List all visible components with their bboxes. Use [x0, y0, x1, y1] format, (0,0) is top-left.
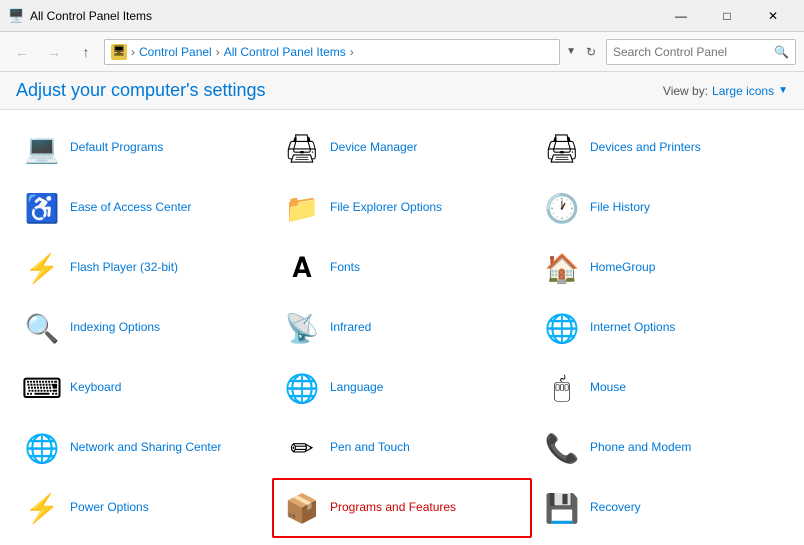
window-title: All Control Panel Items — [30, 9, 658, 23]
items-grid: 💻 Default Programs 🖨 Device Manager 🖨 Devices… — [0, 110, 804, 539]
grid-item-homegroup[interactable]: 🏠 HomeGroup — [532, 238, 792, 298]
grid-item-recovery[interactable]: 💾 Recovery — [532, 478, 792, 538]
forward-button[interactable]: → — [40, 38, 68, 66]
address-controls: ▼ ↻ — [564, 41, 602, 63]
flash-player-icon: ⚡ — [22, 248, 62, 288]
page-title: Adjust your computer's settings — [16, 80, 266, 101]
flash-player-label: Flash Player (32-bit) — [70, 260, 178, 276]
device-manager-label: Device Manager — [330, 140, 417, 156]
content-area: 💻 Default Programs 🖨 Device Manager 🖨 Devices… — [0, 110, 804, 539]
default-programs-icon: 💻 — [22, 128, 62, 168]
search-input[interactable] — [613, 45, 774, 59]
fonts-icon: 𝐀 — [282, 248, 322, 288]
grid-item-default-programs[interactable]: 💻 Default Programs — [12, 118, 272, 178]
grid-item-security-maintenance[interactable]: 🚩Security and Maintenance — [532, 538, 792, 539]
fonts-label: Fonts — [330, 260, 360, 276]
up-button[interactable]: ↑ — [72, 38, 100, 66]
language-icon: 🌐 — [282, 368, 322, 408]
grid-item-file-explorer-options[interactable]: 📁 File Explorer Options — [272, 178, 532, 238]
internet-options-icon: 🌐 — [542, 308, 582, 348]
window-controls: — □ ✕ — [658, 0, 796, 32]
mouse-label: Mouse — [590, 380, 626, 396]
grid-item-pen-touch[interactable]: ✏ Pen and Touch — [272, 418, 532, 478]
homegroup-icon: 🏠 — [542, 248, 582, 288]
devices-and-printers-icon: 🖨 — [542, 128, 582, 168]
grid-item-indexing-options[interactable]: 🔍 Indexing Options — [12, 298, 272, 358]
programs-features-icon: 📦 — [282, 488, 322, 528]
file-history-label: File History — [590, 200, 650, 216]
internet-options-label: Internet Options — [590, 320, 675, 336]
indexing-options-icon: 🔍 — [22, 308, 62, 348]
keyboard-icon: ⌨ — [22, 368, 62, 408]
address-path: 🖥 › Control Panel › All Control Panel It… — [104, 39, 560, 65]
grid-item-network-sharing[interactable]: 🌐 Network and Sharing Center — [12, 418, 272, 478]
search-box[interactable]: 🔍 — [606, 39, 796, 65]
back-button[interactable]: ← — [8, 38, 36, 66]
indexing-options-label: Indexing Options — [70, 320, 160, 336]
keyboard-label: Keyboard — [70, 380, 121, 396]
grid-item-file-history[interactable]: 🕐 File History — [532, 178, 792, 238]
grid-item-devices-and-printers[interactable]: 🖨 Devices and Printers — [532, 118, 792, 178]
power-options-icon: ⚡ — [22, 488, 62, 528]
window-icon: 🖥️ — [8, 8, 24, 24]
pen-touch-icon: ✏ — [282, 428, 322, 468]
power-options-label: Power Options — [70, 500, 149, 516]
grid-item-region[interactable]: 🕐Region — [12, 538, 272, 539]
address-dropdown[interactable]: ▼ — [564, 44, 578, 59]
programs-features-label: Programs and Features — [330, 500, 456, 516]
grid-item-language[interactable]: 🌐 Language — [272, 358, 532, 418]
network-sharing-icon: 🌐 — [22, 428, 62, 468]
minimize-button[interactable]: — — [658, 0, 704, 32]
pen-touch-label: Pen and Touch — [330, 440, 410, 456]
path-control-panel[interactable]: Control Panel — [139, 45, 212, 59]
view-by-label: View by: — [663, 84, 708, 98]
maximize-button[interactable]: □ — [704, 0, 750, 32]
phone-modem-icon: 📞 — [542, 428, 582, 468]
homegroup-label: HomeGroup — [590, 260, 655, 276]
grid-item-remoteapp[interactable]: 🖥RemoteApp and Desktop Connections — [272, 538, 532, 539]
mouse-icon: 🖱 — [542, 368, 582, 408]
grid-item-power-options[interactable]: ⚡ Power Options — [12, 478, 272, 538]
recovery-icon: 💾 — [542, 488, 582, 528]
default-programs-label: Default Programs — [70, 140, 163, 156]
recovery-label: Recovery — [590, 500, 641, 516]
grid-item-programs-features[interactable]: 📦 Programs and Features — [272, 478, 532, 538]
title-bar: 🖥️ All Control Panel Items — □ ✕ — [0, 0, 804, 32]
phone-modem-label: Phone and Modem — [590, 440, 691, 456]
grid-item-infrared[interactable]: 📡 Infrared — [272, 298, 532, 358]
path-icon: 🖥 — [111, 44, 127, 60]
network-sharing-label: Network and Sharing Center — [70, 440, 221, 456]
devices-and-printers-label: Devices and Printers — [590, 140, 701, 156]
infrared-icon: 📡 — [282, 308, 322, 348]
grid-item-keyboard[interactable]: ⌨ Keyboard — [12, 358, 272, 418]
grid-item-mouse[interactable]: 🖱 Mouse — [532, 358, 792, 418]
close-button[interactable]: ✕ — [750, 0, 796, 32]
grid-item-phone-modem[interactable]: 📞 Phone and Modem — [532, 418, 792, 478]
view-by-control: View by: Large icons ▼ — [663, 84, 788, 98]
grid-item-internet-options[interactable]: 🌐 Internet Options — [532, 298, 792, 358]
file-explorer-options-icon: 📁 — [282, 188, 322, 228]
infrared-label: Infrared — [330, 320, 371, 336]
view-by-value[interactable]: Large icons — [712, 84, 774, 98]
ease-of-access-label: Ease of Access Center — [70, 200, 191, 216]
language-label: Language — [330, 380, 383, 396]
grid-item-fonts[interactable]: 𝐀 Fonts — [272, 238, 532, 298]
device-manager-icon: 🖨 — [282, 128, 322, 168]
grid-item-flash-player[interactable]: ⚡ Flash Player (32-bit) — [12, 238, 272, 298]
file-explorer-options-label: File Explorer Options — [330, 200, 442, 216]
grid-item-ease-of-access[interactable]: ♿ Ease of Access Center — [12, 178, 272, 238]
ease-of-access-icon: ♿ — [22, 188, 62, 228]
view-by-arrow[interactable]: ▼ — [778, 85, 788, 96]
main-header: Adjust your computer's settings View by:… — [0, 72, 804, 110]
file-history-icon: 🕐 — [542, 188, 582, 228]
address-bar: ← → ↑ 🖥 › Control Panel › All Control Pa… — [0, 32, 804, 72]
path-all-items[interactable]: All Control Panel Items — [224, 45, 346, 59]
grid-item-device-manager[interactable]: 🖨 Device Manager — [272, 118, 532, 178]
refresh-button[interactable]: ↻ — [580, 41, 602, 63]
search-icon[interactable]: 🔍 — [774, 45, 789, 59]
